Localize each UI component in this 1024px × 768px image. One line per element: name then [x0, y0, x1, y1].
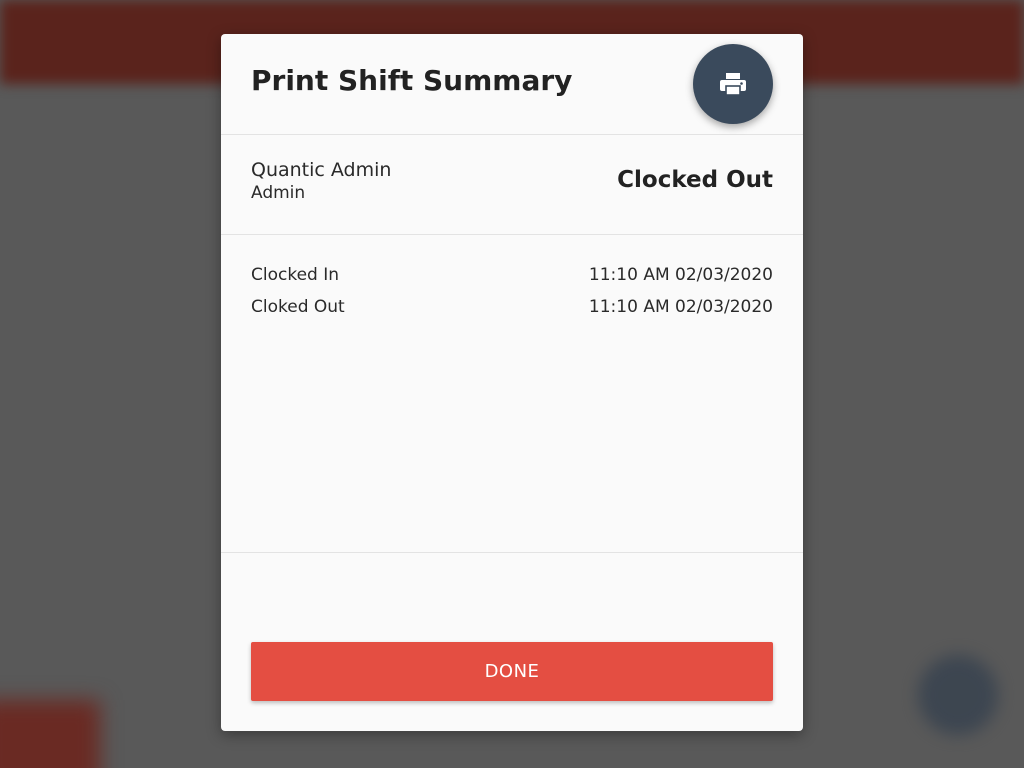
time-value: 11:10 AM 02/03/2020 [588, 265, 773, 285]
background-floating-action-button [918, 655, 998, 735]
shift-status: Clocked Out [617, 167, 773, 193]
time-label: Clocked In [251, 265, 340, 285]
background-bottom-left-button [0, 700, 100, 768]
shift-times-section: Clocked In 11:10 AM 02/03/2020 Cloked Ou… [221, 235, 803, 553]
done-button[interactable]: DONE [251, 642, 773, 701]
user-name: Quantic Admin [251, 159, 392, 181]
time-row-clocked-in: Clocked In 11:10 AM 02/03/2020 [251, 265, 773, 289]
user-info-section: Quantic Admin Admin Clocked Out [221, 135, 803, 235]
dialog-header: Print Shift Summary [221, 34, 803, 135]
time-row-clocked-out: Cloked Out 11:10 AM 02/03/2020 [251, 297, 773, 321]
time-value: 11:10 AM 02/03/2020 [588, 297, 773, 317]
dialog-title: Print Shift Summary [251, 64, 573, 97]
print-shift-summary-dialog: Print Shift Summary Quantic Admin Admin … [221, 34, 803, 731]
user-role: Admin [251, 183, 306, 203]
printer-icon [720, 73, 746, 96]
print-button[interactable] [693, 44, 773, 124]
time-label: Cloked Out [251, 297, 345, 317]
